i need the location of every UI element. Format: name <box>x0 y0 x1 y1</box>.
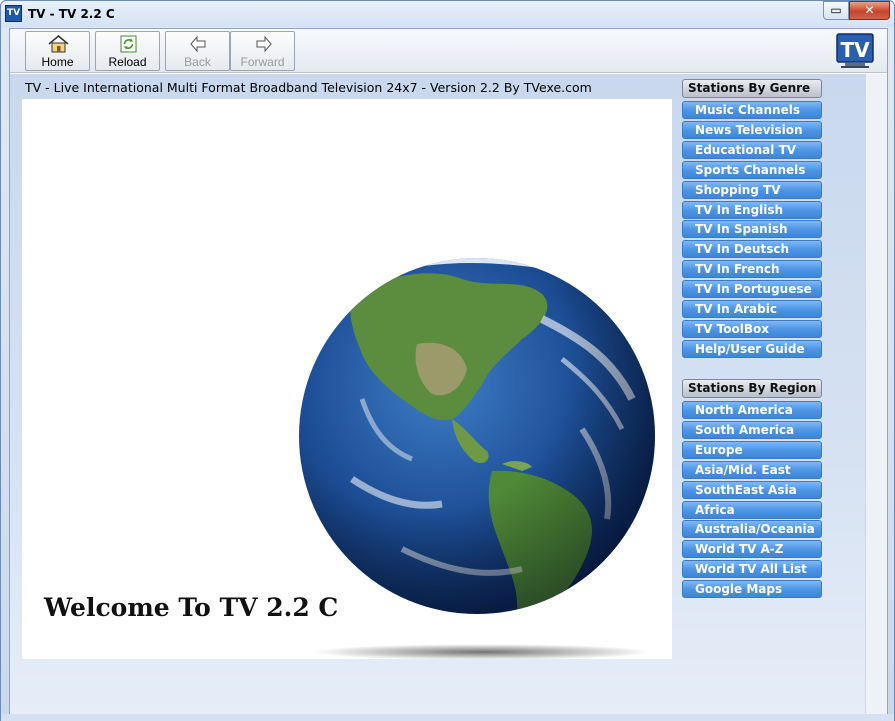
back-button[interactable]: Back <box>165 31 230 71</box>
tv-logo-icon: TV <box>836 33 874 68</box>
genre-button-news-television[interactable]: News Television <box>682 120 822 139</box>
home-icon <box>48 35 69 53</box>
reload-label: Reload <box>108 55 147 69</box>
region-button-europe[interactable]: Europe <box>682 440 822 459</box>
genre-button-shopping-tv[interactable]: Shopping TV <box>682 180 822 199</box>
forward-arrow-icon <box>256 35 272 53</box>
region-button-world-tv-a-z[interactable]: World TV A-Z <box>682 540 822 559</box>
back-label: Back <box>184 55 211 69</box>
app-window: TV TV - TV 2.2 C ▭ ✕ Home Reload Back Fo… <box>0 0 895 721</box>
app-tagline: TV - Live International Multi Format Bro… <box>25 80 592 95</box>
region-button-asia-mid-east[interactable]: Asia/Mid. East <box>682 460 822 479</box>
genre-button-help-user-guide[interactable]: Help/User Guide <box>682 339 822 358</box>
title-bar[interactable]: TV TV - TV 2.2 C ▭ ✕ <box>1 1 894 27</box>
reload-button[interactable]: Reload <box>95 31 160 71</box>
genre-button-tv-in-spanish[interactable]: TV In Spanish <box>682 220 822 239</box>
genre-button-tv-in-deutsch[interactable]: TV In Deutsch <box>682 240 822 259</box>
tv-logo-text: TV <box>840 38 870 62</box>
genre-button-tv-in-french[interactable]: TV In French <box>682 260 822 279</box>
region-button-australia-oceania[interactable]: Australia/Oceania <box>682 520 822 539</box>
region-button-south-america[interactable]: South America <box>682 420 822 439</box>
genre-button-tv-toolbox[interactable]: TV ToolBox <box>682 319 822 338</box>
genre-button-sports-channels[interactable]: Sports Channels <box>682 160 822 179</box>
back-arrow-icon <box>190 35 206 53</box>
genre-button-tv-in-arabic[interactable]: TV In Arabic <box>682 300 822 318</box>
home-label: Home <box>41 55 74 69</box>
region-button-north-america[interactable]: North America <box>682 401 822 419</box>
earth-globe-image <box>299 258 655 659</box>
region-button-southeast-asia[interactable]: SouthEast Asia <box>682 480 822 499</box>
client-area: Home Reload Back Forward TV TV - Live In… <box>9 28 888 714</box>
toolbar: Home Reload Back Forward TV <box>10 29 887 73</box>
app-icon: TV <box>5 5 22 22</box>
vertical-scrollbar[interactable] <box>865 74 887 714</box>
reload-icon <box>120 35 137 53</box>
content-area: TV - Live International Multi Format Bro… <box>10 74 865 714</box>
region-header: Stations By Region <box>682 379 822 398</box>
genre-button-tv-in-portuguese[interactable]: TV In Portuguese <box>682 280 822 299</box>
genre-button-music-channels[interactable]: Music Channels <box>682 101 822 119</box>
region-button-google-maps[interactable]: Google Maps <box>682 580 822 599</box>
home-button[interactable]: Home <box>25 31 90 71</box>
close-button[interactable]: ✕ <box>849 1 890 20</box>
region-button-africa[interactable]: Africa <box>682 500 822 519</box>
window-title: TV - TV 2.2 C <box>28 7 115 21</box>
region-button-world-tv-all-list[interactable]: World TV All List <box>682 560 822 579</box>
welcome-heading: Welcome To TV 2.2 C <box>44 593 339 622</box>
forward-button[interactable]: Forward <box>230 31 295 71</box>
welcome-panel: Welcome To TV 2.2 C <box>22 99 672 659</box>
minimize-button[interactable]: ▭ <box>823 1 849 20</box>
genre-header: Stations By Genre <box>682 79 822 98</box>
genre-button-educational-tv[interactable]: Educational TV <box>682 140 822 159</box>
genre-button-tv-in-english[interactable]: TV In English <box>682 200 822 219</box>
forward-label: Forward <box>240 55 285 69</box>
status-bar <box>1 714 894 721</box>
